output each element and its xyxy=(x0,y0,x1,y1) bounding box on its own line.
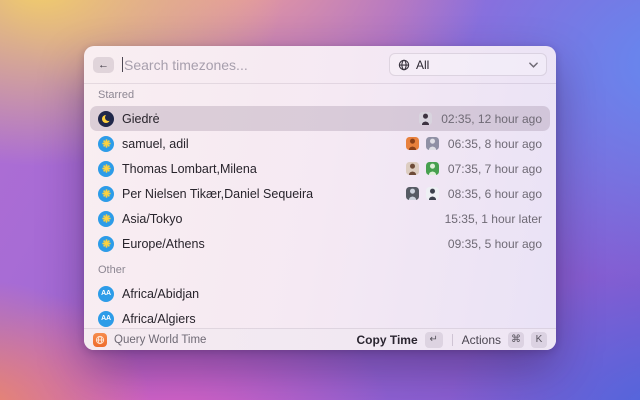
list-item[interactable]: Europe/Athens 09:35, 5 hour ago xyxy=(90,231,550,256)
footer-divider xyxy=(451,333,453,346)
list-item[interactable]: Per Nielsen Tikær,Daniel Sequeira 08:35, … xyxy=(90,181,550,206)
app-name: Query World Time xyxy=(114,333,207,346)
moon-icon xyxy=(98,110,114,127)
avatar xyxy=(425,162,439,175)
avatar xyxy=(405,187,419,200)
time-label: 07:35, 7 hour ago xyxy=(447,161,542,176)
k-key-icon[interactable]: K xyxy=(531,331,547,348)
timezone-label: Per Nielsen Tikær,Daniel Sequeira xyxy=(122,186,314,201)
avatar-group xyxy=(405,162,439,175)
initials-icon: AA xyxy=(98,285,114,302)
copy-time-button[interactable]: Copy Time xyxy=(357,333,418,347)
timezone-label: Africa/Algiers xyxy=(122,311,196,326)
avatar xyxy=(419,112,433,125)
back-arrow-icon: ← xyxy=(98,58,109,71)
time-label: 02:35, 12 hour ago xyxy=(441,111,542,126)
sun-icon xyxy=(98,210,114,227)
search-input[interactable] xyxy=(124,56,381,73)
section-header: Starred xyxy=(98,89,135,101)
avatar xyxy=(425,187,439,200)
timezone-list: Starred Giedrė 02:35, 12 hour ago samuel, a… xyxy=(84,85,556,328)
filter-dropdown[interactable]: All xyxy=(389,53,547,76)
list-item[interactable]: Giedrė 02:35, 12 hour ago xyxy=(90,106,550,131)
filter-value: All xyxy=(416,57,430,72)
cmd-key-icon[interactable]: ⌘ xyxy=(508,331,524,348)
return-key-icon[interactable]: ↵ xyxy=(424,331,443,348)
footer-bar: Query World Time Copy Time ↵ Actions ⌘ K xyxy=(84,328,556,350)
avatar-group xyxy=(405,187,439,200)
avatar xyxy=(405,137,419,150)
row-accessories: 09:35, 5 hour ago xyxy=(448,237,542,251)
avatar xyxy=(405,162,419,175)
timezone-label: Europe/Athens xyxy=(122,236,205,251)
avatar-group xyxy=(405,137,439,150)
list-item[interactable]: AA Africa/Algiers xyxy=(90,306,550,328)
sun-icon xyxy=(98,235,114,252)
list-item[interactable]: samuel, adil 06:35, 8 hour ago xyxy=(90,131,550,156)
avatar xyxy=(425,137,439,150)
sun-icon xyxy=(98,160,114,177)
actions-button[interactable]: Actions xyxy=(462,333,501,347)
search-wrap xyxy=(122,56,381,73)
globe-icon xyxy=(398,59,410,71)
timezone-label: Thomas Lombart,Milena xyxy=(122,161,257,176)
time-label: 15:35, 1 hour later xyxy=(444,211,542,226)
footer-actions: Copy Time ↵ Actions ⌘ K xyxy=(357,331,547,348)
time-label: 06:35, 8 hour ago xyxy=(447,136,542,151)
row-accessories: 08:35, 6 hour ago xyxy=(405,186,542,201)
back-button[interactable]: ← xyxy=(93,56,114,73)
row-accessories: 06:35, 8 hour ago xyxy=(405,136,542,151)
section-header: Other xyxy=(98,264,126,276)
avatar-group xyxy=(419,112,433,125)
sun-icon xyxy=(98,185,114,202)
timezone-label: Giedrė xyxy=(122,111,160,126)
timezone-label: samuel, adil xyxy=(122,136,189,151)
row-accessories: 07:35, 7 hour ago xyxy=(405,161,542,176)
initials-icon: AA xyxy=(98,310,114,327)
app-globe-icon xyxy=(93,332,107,347)
command-palette-window: ← All Starred Giedrė 02:35, 12 hour ago sam… xyxy=(84,46,556,350)
chevron-down-icon xyxy=(529,61,538,68)
time-label: 09:35, 5 hour ago xyxy=(447,236,542,251)
sun-icon xyxy=(98,135,114,152)
time-label: 08:35, 6 hour ago xyxy=(447,186,542,201)
row-accessories: 02:35, 12 hour ago xyxy=(419,112,542,126)
timezone-label: Asia/Tokyo xyxy=(122,211,183,226)
timezone-label: Africa/Abidjan xyxy=(122,286,200,301)
row-accessories: 15:35, 1 hour later xyxy=(445,212,542,226)
text-caret xyxy=(122,57,123,72)
list-item[interactable]: AA Africa/Abidjan xyxy=(90,281,550,306)
list-item[interactable]: Thomas Lombart,Milena 07:35, 7 hour ago xyxy=(90,156,550,181)
list-item[interactable]: Asia/Tokyo 15:35, 1 hour later xyxy=(90,206,550,231)
search-header: ← All xyxy=(84,46,556,84)
